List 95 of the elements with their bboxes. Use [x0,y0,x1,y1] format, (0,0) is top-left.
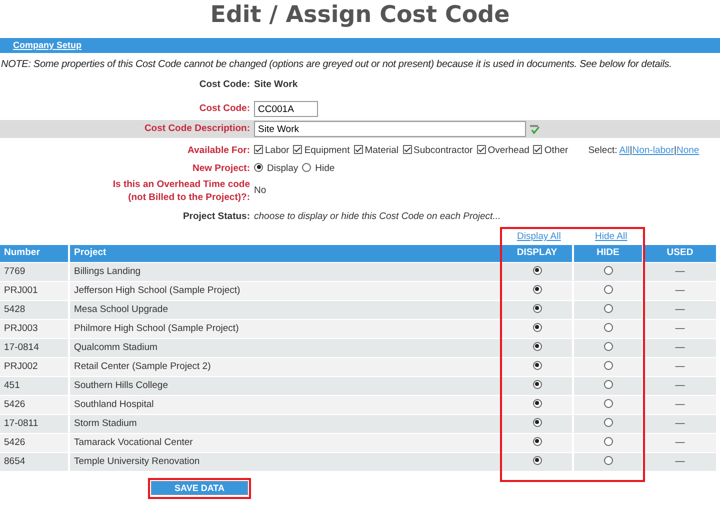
table-cell: Storm Stadium [70,415,500,433]
radio-button[interactable] [532,398,542,408]
cost-code-field[interactable]: CC001A [254,101,318,117]
table-cell: 5426 [0,434,68,452]
checkbox-option[interactable]: Labor [254,144,290,158]
note-text: NOTE: Some properties of this Cost Code cannot be changed (options are greyed out or not present) because it is used in documents. See below for details. [1,58,673,72]
radio-button[interactable] [532,322,542,332]
select-link[interactable]: Non-labor [632,144,674,158]
select-label: Select: [588,144,618,158]
table-cell: PRJ001 [0,282,68,300]
checkbox-option[interactable]: Overhead [476,144,530,158]
table-cell: — [644,377,716,395]
checkbox-option[interactable]: Material [354,144,399,158]
radio-button[interactable] [604,322,612,332]
column-header: USED [644,245,716,262]
radio-button[interactable] [604,398,612,408]
table-cell: — [644,301,716,319]
checkbox[interactable] [476,144,486,154]
separator: | [630,144,632,158]
table-cell: Jefferson High School (Sample Project) [70,282,500,300]
checkbox[interactable] [354,144,363,154]
description-field[interactable]: Site Work [254,121,526,137]
radio-button[interactable] [604,436,612,446]
radio-button[interactable] [604,380,612,389]
checkbox[interactable] [293,144,302,154]
radio-button[interactable] [604,360,612,370]
radio-button[interactable] [254,162,263,172]
page-title: Edit / Assign Cost Code [209,1,511,30]
column-header: Project [70,245,500,262]
table-cell: — [644,453,716,471]
radio-button[interactable] [532,418,542,427]
table-cell: Mesa School Upgrade [70,301,500,319]
radio-button[interactable] [604,266,612,275]
column-header: Number [0,245,68,262]
table-cell: — [644,396,716,414]
table-cell: — [644,263,716,281]
table-cell: Temple University Renovation [70,453,500,471]
table-cell: 8654 [0,453,68,471]
table-cell: 5428 [0,301,68,319]
field-label: Project Status: [182,210,250,224]
field-label: Is this an Overhead Time code (not Billed to the Project)?: [112,178,250,204]
table-cell: 17-0811 [0,415,68,433]
table-cell: Philmore High School (Sample Project) [70,320,500,338]
radio-button[interactable] [532,284,542,294]
radio-button[interactable] [532,456,542,465]
radio-button[interactable] [604,342,612,351]
field-label: Cost Code Description: [143,122,250,136]
cost-code-name: Site Work [254,78,299,92]
radio-button[interactable] [604,456,612,465]
table-cell: — [644,415,716,433]
table-cell: Retail Center (Sample Project 2) [70,358,500,376]
table-cell: 5426 [0,396,68,414]
checkbox[interactable] [402,144,412,154]
table-cell: — [644,320,716,338]
checkbox-option[interactable]: Subcontractor [402,144,473,158]
checkbox-option[interactable]: Equipment [293,144,350,158]
table-cell: Southern Hills College [70,377,500,395]
radio-option[interactable]: Display [254,162,298,176]
table-cell: — [644,358,716,376]
field-label: New Project: [191,162,250,176]
field-label: Cost Code: [198,102,250,116]
radio-button[interactable] [532,360,542,370]
table-cell: — [644,434,716,452]
radio-button[interactable] [604,418,612,427]
table-cell: 451 [0,377,68,395]
table-cell: Qualcomm Stadium [70,339,500,357]
radio-button[interactable] [532,436,542,446]
column-header: DISPLAY [502,245,572,262]
checkbox[interactable] [533,144,542,154]
radio-button[interactable] [302,162,312,172]
column-header: HIDE [574,245,642,262]
radio-button[interactable] [604,304,612,313]
table-cell: Billings Landing [70,263,500,281]
table-cell: 17-0814 [0,339,68,357]
table-cell: PRJ002 [0,358,68,376]
field-label: Available For: [186,144,250,158]
table-cell: PRJ003 [0,320,68,338]
spellcheck-icon[interactable] [530,124,540,134]
checkbox[interactable] [254,144,263,154]
table-cell: Tamarack Vocational Center [70,434,500,452]
radio-button[interactable] [532,380,542,389]
radio-option[interactable]: Hide [302,162,335,176]
table-cell: Southland Hospital [70,396,500,414]
radio-button[interactable] [532,266,542,275]
radio-button[interactable] [532,304,542,313]
table-cell: — [644,282,716,300]
table-cell: 7769 [0,263,68,281]
field-value: No [254,184,268,198]
separator: | [674,144,676,158]
hint-text: choose to display or hide this Cost Code on each Project... [254,210,502,224]
radio-button[interactable] [604,284,612,294]
checkbox-option[interactable]: Other [533,144,568,158]
radio-button[interactable] [532,342,542,351]
table-cell: — [644,339,716,357]
field-label: Cost Code: [198,78,250,92]
